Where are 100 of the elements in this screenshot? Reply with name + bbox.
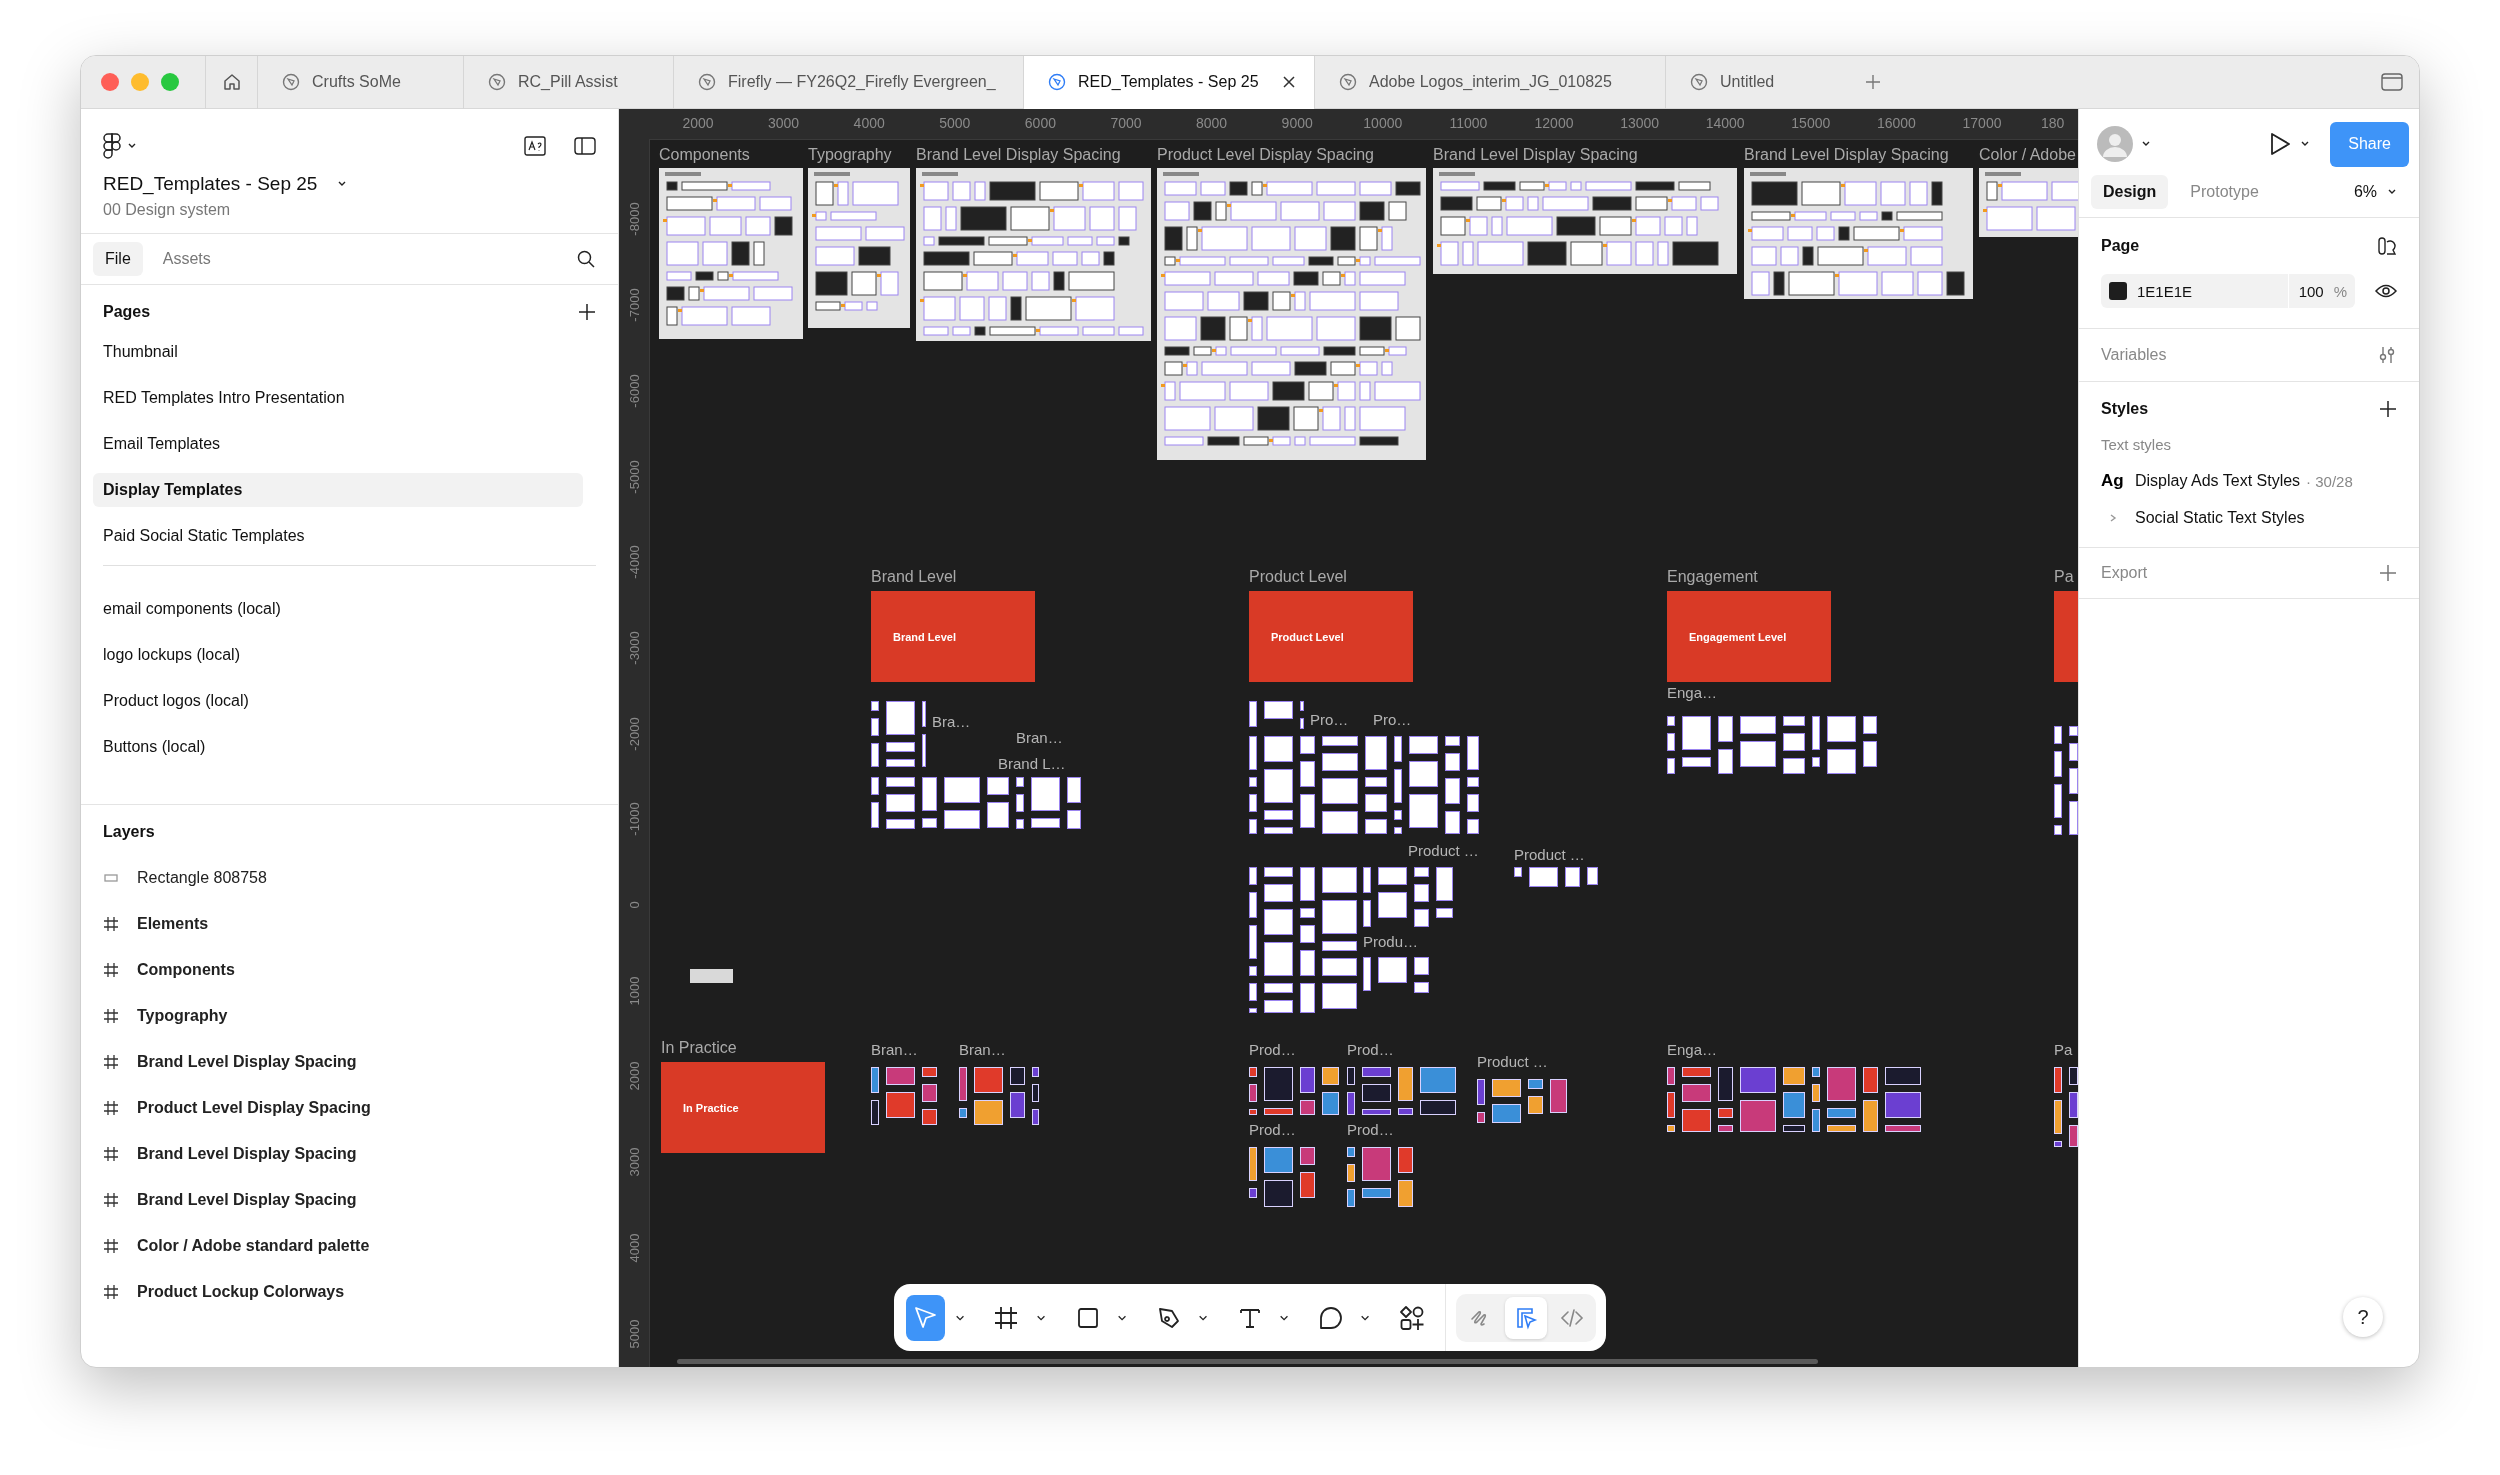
panel-tab[interactable]: Prototype bbox=[2178, 175, 2271, 209]
frame-label[interactable]: Product … bbox=[1477, 1053, 1548, 1070]
frame-preview-drawing[interactable] bbox=[659, 168, 803, 339]
layer-item[interactable]: Product Lockup Colorways bbox=[137, 1283, 345, 1301]
zoom-level[interactable]: 6% bbox=[2353, 183, 2377, 201]
move-tool-button[interactable] bbox=[906, 1294, 945, 1341]
ad-frames-drawing[interactable] bbox=[1363, 867, 1453, 927]
ad-frames-drawing[interactable] bbox=[871, 701, 926, 767]
frame-label[interactable]: Enga… bbox=[1667, 1041, 1718, 1058]
section-cover-card[interactable]: Brand Level bbox=[871, 591, 1035, 682]
frame-preview-drawing[interactable] bbox=[1433, 168, 1737, 274]
frame-label[interactable]: Prod… bbox=[1249, 1121, 1296, 1138]
ad-frames-drawing[interactable] bbox=[1249, 736, 1479, 834]
page-item[interactable]: Display Templates bbox=[93, 473, 583, 507]
section-cover-card[interactable]: Engagement Level bbox=[1667, 591, 1831, 682]
eye-icon[interactable] bbox=[2375, 283, 2397, 299]
ad-frames-drawing[interactable] bbox=[871, 777, 1081, 829]
panel-tab[interactable]: Assets bbox=[150, 242, 223, 276]
page-item[interactable]: Email Templates bbox=[93, 427, 583, 461]
ad-frames-drawing[interactable] bbox=[1667, 716, 1877, 774]
frame-label[interactable]: Bran… bbox=[871, 1041, 918, 1058]
caret-icon[interactable] bbox=[2300, 140, 2311, 148]
ad-frames-drawing[interactable] bbox=[1514, 867, 1598, 887]
color-field[interactable]: 1E1E1E 100 % bbox=[2101, 274, 2355, 308]
scrollbar[interactable] bbox=[677, 1359, 1818, 1364]
ad-frames-drawing[interactable] bbox=[959, 1067, 1039, 1125]
caret-icon[interactable] bbox=[2141, 140, 2151, 148]
layer-item[interactable]: Elements bbox=[137, 915, 209, 933]
ad-frames-drawing[interactable] bbox=[2054, 1067, 2078, 1147]
panel-tab[interactable]: Design bbox=[2091, 175, 2169, 209]
frame-label[interactable]: Brand Level Display Spacing bbox=[1744, 146, 1949, 164]
design-mode-button[interactable] bbox=[1504, 1296, 1547, 1339]
frame-label[interactable]: Pro… bbox=[1310, 711, 1349, 728]
frame-label[interactable]: Components bbox=[659, 146, 750, 164]
caret-icon[interactable] bbox=[337, 180, 348, 188]
document-tab[interactable]: Crufts SoMe bbox=[257, 56, 463, 109]
frame-label[interactable]: Bra… bbox=[932, 713, 971, 730]
frame-label[interactable]: Prod… bbox=[1347, 1121, 1394, 1138]
frame-label[interactable]: Product … bbox=[1408, 842, 1479, 859]
layer-item[interactable]: Color / Adobe standard palette bbox=[137, 1237, 370, 1255]
page-item[interactable]: Product logos (local) bbox=[93, 684, 583, 718]
layer-item[interactable]: Brand Level Display Spacing bbox=[137, 1053, 357, 1071]
layer-item[interactable]: Product Level Display Spacing bbox=[137, 1099, 371, 1117]
ad-frames-drawing[interactable] bbox=[1249, 867, 1357, 1013]
frame-label[interactable]: Color / Adobe bbox=[1979, 146, 2076, 164]
add-icon[interactable] bbox=[2379, 400, 2397, 418]
ad-frames-drawing[interactable] bbox=[2054, 726, 2078, 836]
section-label[interactable]: Pa bbox=[2054, 568, 2074, 586]
ad-frames-drawing[interactable] bbox=[1477, 1079, 1567, 1123]
ad-frames-drawing[interactable] bbox=[1249, 701, 1304, 729]
color-swatch[interactable] bbox=[2109, 282, 2127, 300]
layer-item[interactable]: Typography bbox=[137, 1007, 228, 1025]
page-item[interactable]: Thumbnail bbox=[93, 335, 583, 369]
main-menu-button[interactable] bbox=[103, 133, 137, 159]
section-label[interactable]: Product Level bbox=[1249, 568, 1347, 586]
frame-label[interactable]: Pa bbox=[2054, 1041, 2073, 1058]
style-group[interactable]: Social Static Text Styles bbox=[2135, 509, 2305, 527]
frame-preview-drawing[interactable] bbox=[916, 168, 1151, 341]
frame-label[interactable]: Prod… bbox=[1249, 1041, 1296, 1058]
search-icon[interactable] bbox=[576, 249, 596, 269]
frame-label[interactable]: Product … bbox=[1514, 846, 1585, 863]
ai-text-icon[interactable] bbox=[524, 136, 546, 156]
ad-frames-drawing[interactable] bbox=[1249, 1067, 1339, 1115]
add-icon[interactable] bbox=[578, 303, 596, 321]
panel-toggle-icon[interactable] bbox=[574, 137, 596, 155]
section-label[interactable]: Brand Level bbox=[871, 568, 957, 586]
section-cover-card[interactable]: Product Level bbox=[1249, 591, 1413, 682]
section-cover-card[interactable]: In Practice bbox=[661, 1062, 825, 1153]
document-tab[interactable]: RC_Pill Assist bbox=[463, 56, 673, 109]
frame-label[interactable]: Brand Level Display Spacing bbox=[1433, 146, 1638, 164]
frame-label[interactable]: Enga… bbox=[1667, 684, 1718, 701]
document-tab[interactable]: RED_Templates - Sep 25 bbox=[1023, 56, 1314, 109]
layer-item[interactable]: Brand Level Display Spacing bbox=[137, 1191, 357, 1209]
page-item[interactable]: email components (local) bbox=[93, 592, 583, 626]
sidebar-icon[interactable] bbox=[2381, 73, 2403, 91]
frame-preview-drawing[interactable] bbox=[1157, 168, 1426, 460]
document-tab[interactable]: Untitled bbox=[1665, 56, 1836, 109]
help-button[interactable]: ? bbox=[2343, 1297, 2383, 1337]
frame-label[interactable]: Product Level Display Spacing bbox=[1157, 146, 1374, 164]
page-item[interactable]: Paid Social Static Templates bbox=[93, 519, 583, 553]
frame-label[interactable]: Bran… bbox=[1016, 729, 1063, 746]
frame-label[interactable]: Pro… bbox=[1373, 711, 1412, 728]
library-icon[interactable] bbox=[2377, 236, 2397, 256]
layer-item[interactable]: Brand Level Display Spacing bbox=[137, 1145, 357, 1163]
play-icon[interactable] bbox=[2268, 131, 2293, 157]
close-window-icon[interactable] bbox=[101, 73, 119, 91]
layer-item[interactable]: Rectangle 808758 bbox=[137, 869, 267, 887]
frame-label[interactable]: Produ… bbox=[1363, 933, 1419, 950]
frame-label[interactable]: Brand L… bbox=[998, 755, 1066, 772]
panel-tab[interactable]: File bbox=[93, 242, 143, 276]
canvas[interactable] bbox=[619, 109, 2078, 1367]
frame-label[interactable]: Brand Level Display Spacing bbox=[916, 146, 1121, 164]
document-tab[interactable]: Adobe Logos_interim_JG_010825 bbox=[1314, 56, 1665, 109]
layer-item[interactable]: Components bbox=[137, 961, 235, 979]
close-icon[interactable] bbox=[1282, 75, 1296, 89]
file-name[interactable]: RED_Templates - Sep 25 bbox=[103, 173, 318, 195]
page-item[interactable]: Buttons (local) bbox=[93, 730, 583, 764]
frame-label[interactable]: Typography bbox=[808, 146, 892, 164]
frame-label[interactable]: Prod… bbox=[1347, 1041, 1394, 1058]
frame-preview-drawing[interactable] bbox=[1744, 168, 1973, 299]
